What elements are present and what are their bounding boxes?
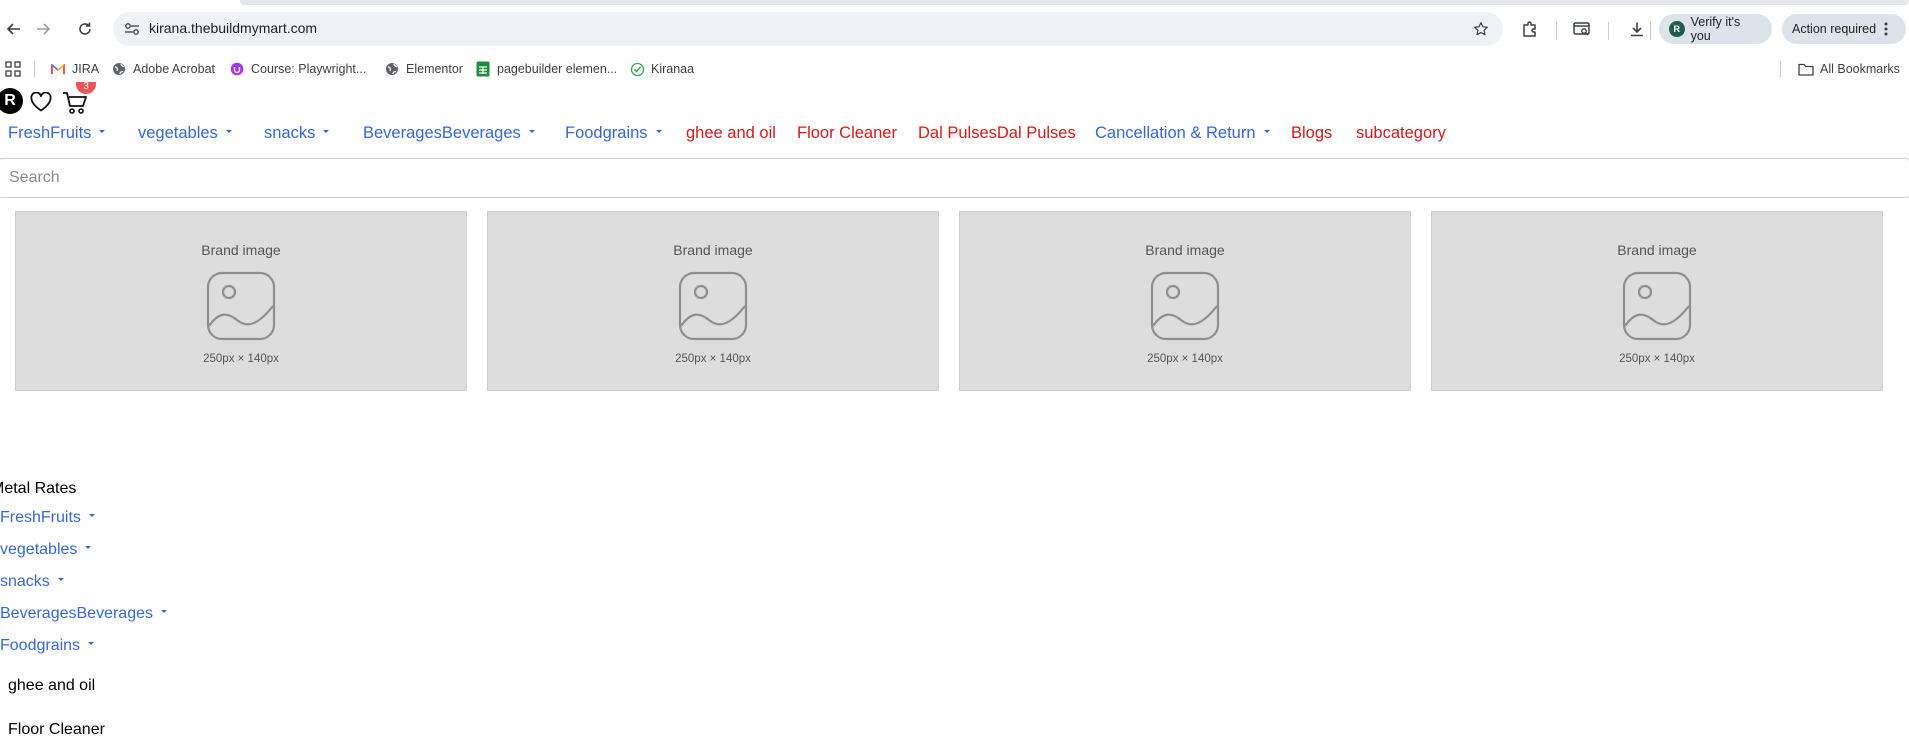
bookmark-label: Elementor bbox=[406, 62, 463, 76]
brand-image-size: 250px × 140px bbox=[203, 353, 279, 365]
brand-image-title: Brand image bbox=[673, 242, 753, 258]
side-menu-item-freshfruits[interactable]: FreshFruits bbox=[0, 509, 95, 527]
bookmark-label: Kiranaa bbox=[651, 62, 695, 76]
wishlist-heart-icon[interactable] bbox=[30, 91, 52, 112]
toolbar-divider bbox=[1608, 22, 1609, 40]
bookmarks-divider bbox=[1780, 61, 1781, 77]
nav-item-dal-pulses[interactable]: Dal PulsesDal Pulses bbox=[918, 124, 1076, 143]
nav-item-floor-cleaner[interactable]: Floor Cleaner bbox=[797, 124, 897, 143]
reload-icon[interactable] bbox=[71, 15, 99, 43]
brand-image-size: 250px × 140px bbox=[675, 353, 751, 365]
udemy-icon bbox=[229, 61, 245, 77]
download-icon[interactable] bbox=[1623, 15, 1651, 43]
verify-label: Verify it's you bbox=[1690, 15, 1741, 43]
action-required-label: Action required bbox=[1792, 22, 1877, 36]
nav-item-blogs[interactable]: Blogs bbox=[1291, 124, 1332, 143]
bookmarks-bar: JIRA Adobe Acrobat Course: Playwright...… bbox=[0, 51, 1909, 87]
apps-grid-icon[interactable] bbox=[5, 59, 21, 79]
brand-image-card: Brand image 250px × 140px bbox=[487, 211, 939, 391]
bookmark-label: Course: Playwright... bbox=[251, 62, 367, 76]
bookmark-label: JIRA bbox=[72, 62, 100, 76]
brand-image-card: Brand image 250px × 140px bbox=[15, 211, 467, 391]
kebab-menu-icon bbox=[1884, 22, 1888, 36]
bookmark-kiranaa[interactable]: Kiranaa bbox=[629, 59, 694, 79]
side-menu-item-floor-cleaner[interactable]: Floor Cleaner bbox=[8, 721, 105, 739]
tab-search-icon[interactable] bbox=[1568, 15, 1596, 43]
globe-icon bbox=[111, 61, 127, 77]
url-text[interactable]: kirana.thebuildmymart.com bbox=[149, 20, 317, 36]
nav-item-freshfruits[interactable]: FreshFruits bbox=[8, 124, 106, 143]
bookmark-jira[interactable]: JIRA bbox=[50, 59, 99, 79]
metal-rates-heading: Metal Rates bbox=[0, 480, 77, 497]
nav-item-cancellation-return[interactable]: Cancellation & Return bbox=[1095, 124, 1270, 143]
globe-icon bbox=[384, 61, 400, 77]
side-menu-item-foodgrains[interactable]: Foodgrains bbox=[0, 637, 95, 655]
image-placeholder-icon bbox=[205, 270, 277, 342]
toolbar-divider bbox=[1650, 22, 1651, 40]
caret-down-icon bbox=[1263, 130, 1270, 134]
tab-strip-edge bbox=[240, 0, 1909, 5]
brand-image-title: Brand image bbox=[201, 242, 281, 258]
bookmark-star-icon[interactable] bbox=[1471, 19, 1491, 39]
caret-down-icon bbox=[323, 130, 330, 134]
caret-down-icon bbox=[85, 546, 92, 550]
check-circle-icon bbox=[629, 61, 645, 77]
nav-item-beverages[interactable]: BeveragesBeverages bbox=[363, 124, 535, 143]
forward-arrow-icon[interactable] bbox=[29, 15, 57, 43]
user-avatar[interactable]: R bbox=[0, 88, 23, 114]
brand-image-size: 250px × 140px bbox=[1147, 353, 1223, 365]
side-menu-item-beverages[interactable]: BeveragesBeverages bbox=[0, 605, 167, 623]
action-required-button[interactable]: Action required bbox=[1782, 14, 1906, 44]
main-nav: FreshFruits vegetables snacks BeveragesB… bbox=[0, 124, 1909, 154]
address-bar[interactable]: kirana.thebuildmymart.com bbox=[113, 12, 1503, 46]
browser-toolbar: kirana.thebuildmymart.com R Verify it's … bbox=[0, 6, 1909, 51]
site-info-icon[interactable] bbox=[122, 19, 142, 39]
image-placeholder-icon bbox=[1621, 270, 1693, 342]
brand-image-size: 250px × 140px bbox=[1619, 353, 1695, 365]
bookmarks-divider bbox=[34, 61, 35, 77]
bookmark-label: Adobe Acrobat bbox=[133, 62, 216, 76]
image-placeholder-icon bbox=[1149, 270, 1221, 342]
image-placeholder-icon bbox=[677, 270, 749, 342]
all-bookmarks-label: All Bookmarks bbox=[1820, 62, 1900, 76]
caret-down-icon bbox=[160, 610, 167, 614]
verify-identity-button[interactable]: R Verify it's you bbox=[1659, 14, 1772, 44]
caret-down-icon bbox=[88, 514, 95, 518]
nav-item-ghee-and-oil[interactable]: ghee and oil bbox=[686, 124, 776, 143]
side-menu-item-ghee-and-oil[interactable]: ghee and oil bbox=[8, 677, 95, 695]
bookmark-course-playwright[interactable]: Course: Playwright... bbox=[229, 59, 366, 79]
bookmark-elementor[interactable]: Elementor bbox=[384, 59, 463, 79]
nav-item-subcategory[interactable]: subcategory bbox=[1356, 124, 1446, 143]
caret-down-icon bbox=[655, 130, 662, 134]
gmail-icon bbox=[50, 61, 66, 77]
caret-down-icon bbox=[99, 130, 106, 134]
brand-image-title: Brand image bbox=[1617, 242, 1697, 258]
side-menu-item-snacks[interactable]: snacks bbox=[0, 573, 64, 591]
brand-image-card: Brand image 250px × 140px bbox=[959, 211, 1411, 391]
page-content: R 3 FreshFruits vegetables snacks Bevera… bbox=[0, 82, 1909, 738]
nav-item-foodgrains[interactable]: Foodgrains bbox=[565, 124, 662, 143]
sheets-icon bbox=[475, 61, 491, 77]
back-arrow-icon[interactable] bbox=[0, 15, 28, 43]
side-menu-item-vegetables[interactable]: vegetables bbox=[0, 541, 92, 559]
search-input[interactable] bbox=[0, 158, 1909, 198]
toolbar-divider bbox=[1556, 22, 1557, 40]
brand-image-title: Brand image bbox=[1145, 242, 1225, 258]
bookmark-adobe-acrobat[interactable]: Adobe Acrobat bbox=[111, 59, 215, 79]
nav-item-vegetables[interactable]: vegetables bbox=[138, 124, 232, 143]
profile-avatar-mini: R bbox=[1669, 21, 1685, 37]
all-bookmarks[interactable]: All Bookmarks bbox=[1798, 59, 1900, 79]
bookmark-pagebuilder[interactable]: pagebuilder elemen... bbox=[475, 59, 617, 79]
extensions-icon[interactable] bbox=[1516, 15, 1544, 43]
brand-image-card: Brand image 250px × 140px bbox=[1431, 211, 1883, 391]
nav-item-snacks[interactable]: snacks bbox=[264, 124, 330, 143]
caret-down-icon bbox=[88, 642, 95, 646]
caret-down-icon bbox=[528, 130, 535, 134]
caret-down-icon bbox=[225, 130, 232, 134]
bookmark-label: pagebuilder elemen... bbox=[497, 62, 618, 76]
caret-down-icon bbox=[57, 578, 64, 582]
folder-icon bbox=[1798, 61, 1814, 77]
